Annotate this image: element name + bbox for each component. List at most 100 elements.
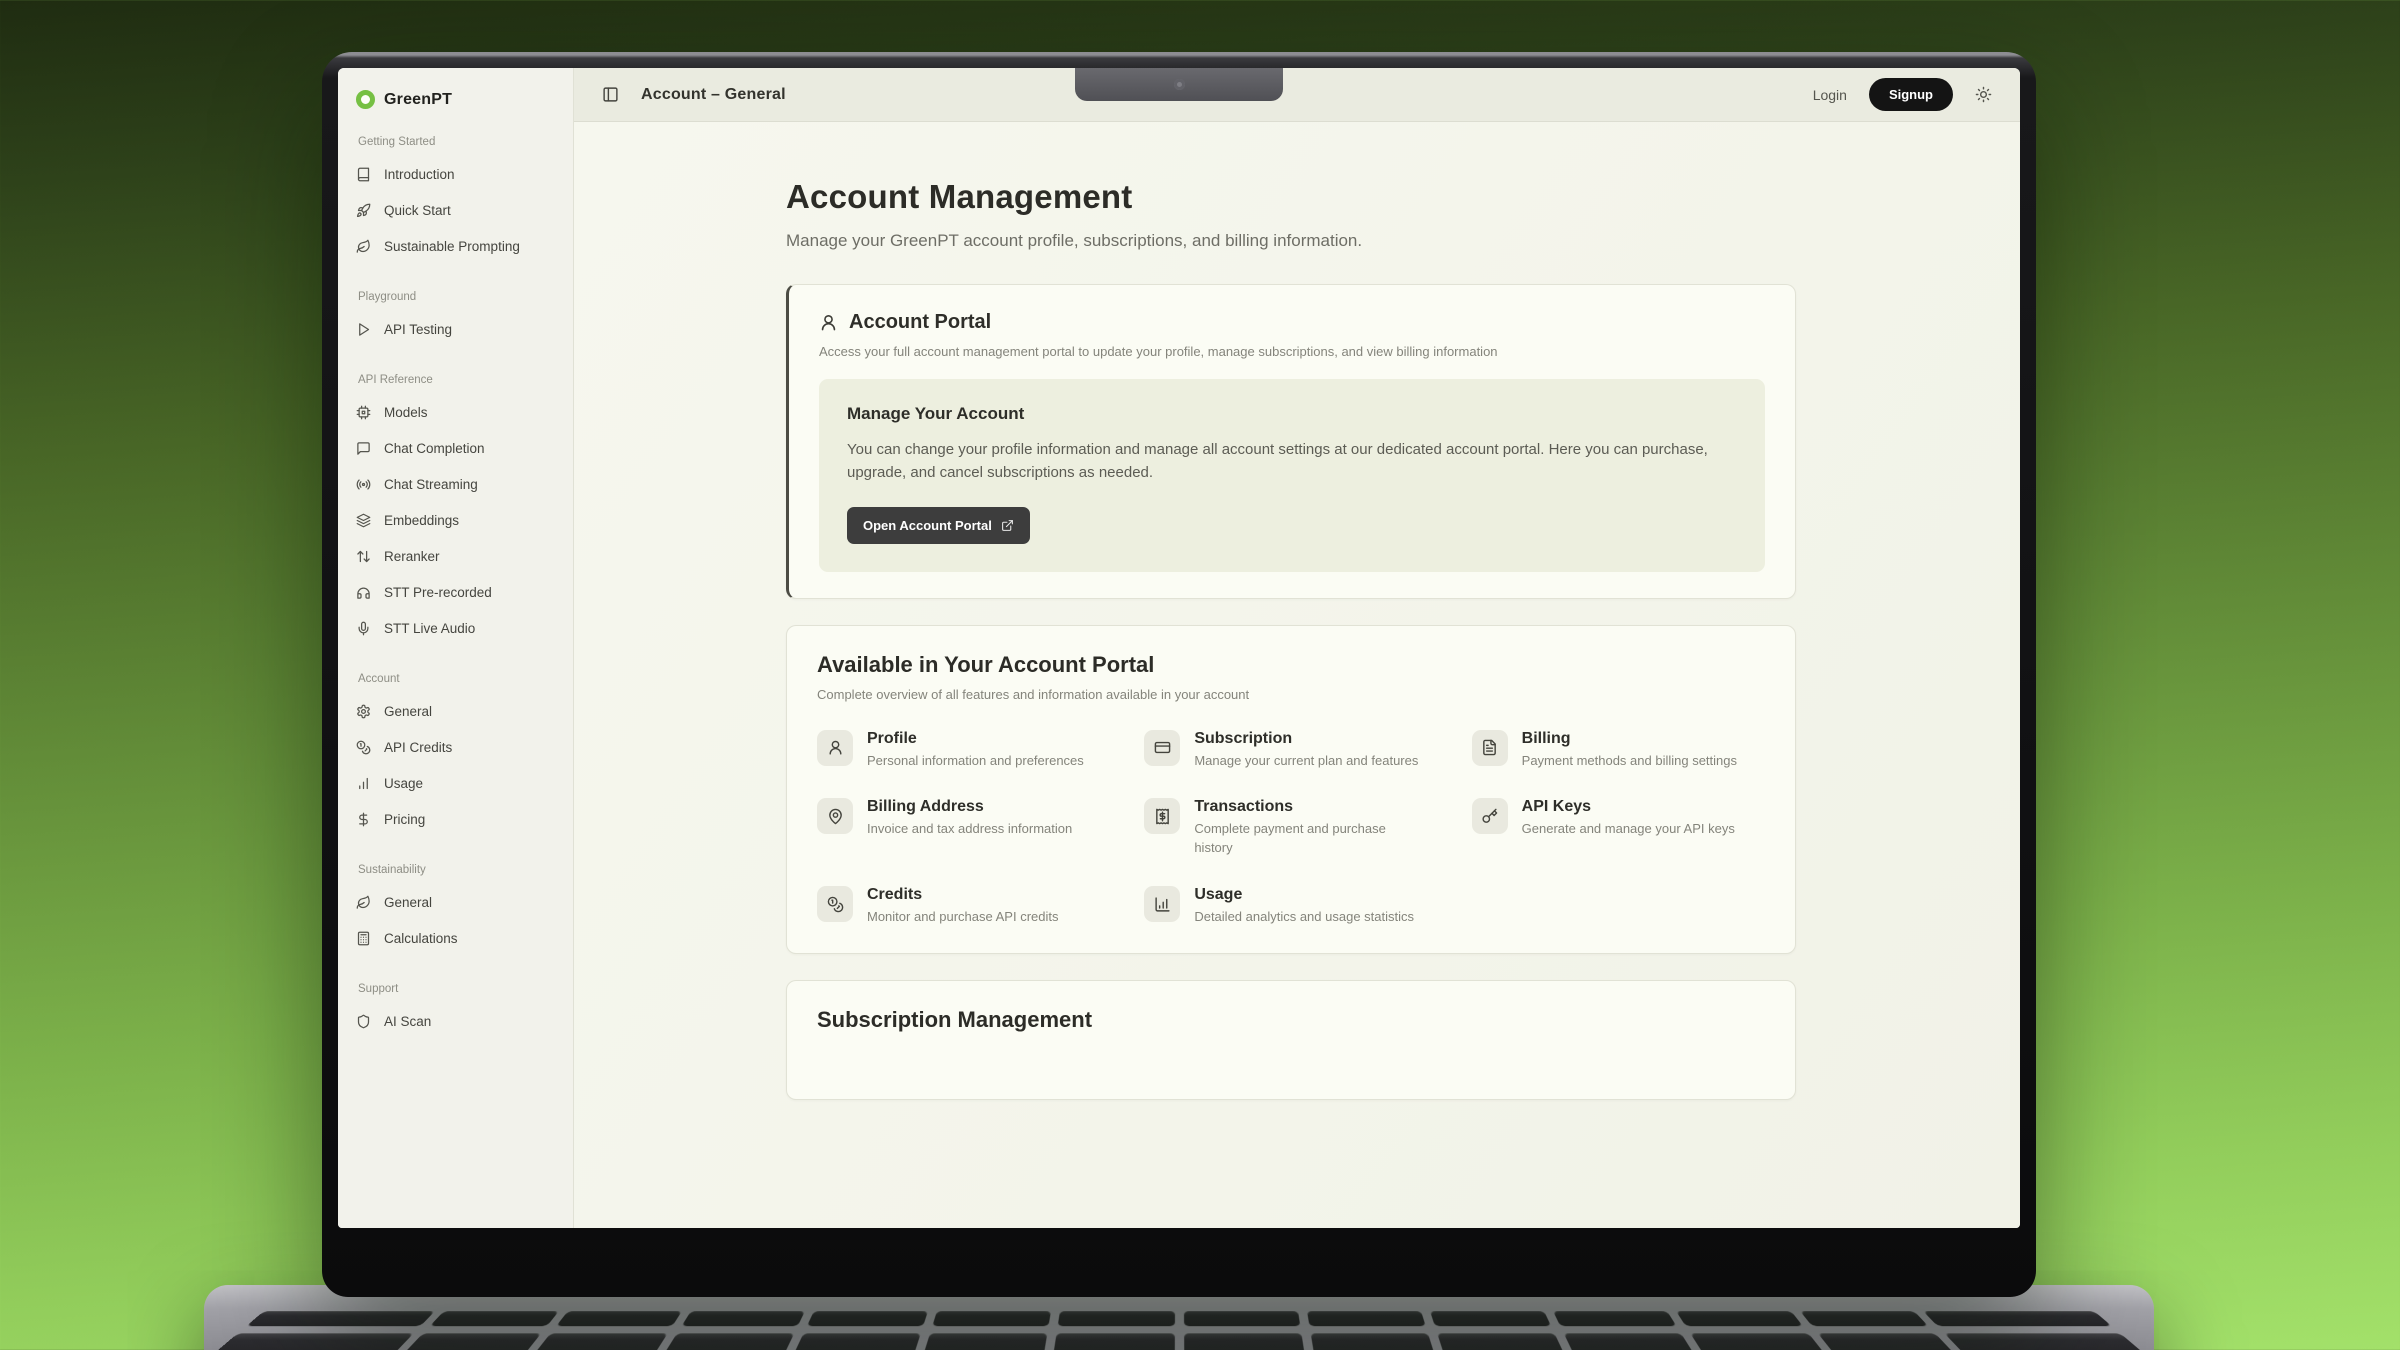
sidebar-item-account-pricing[interactable]: Pricing: [356, 801, 555, 837]
open-account-portal-label: Open Account Portal: [863, 518, 992, 533]
radio-icon: [356, 477, 371, 492]
brand-logo[interactable]: GreenPT: [356, 90, 555, 109]
sidebar-item-label: API Credits: [384, 740, 452, 755]
sidebar-item-api-reference-chat-completion[interactable]: Chat Completion: [356, 430, 555, 466]
keyboard-key: [246, 1311, 435, 1326]
dollar-icon: [356, 812, 371, 827]
feature-title: Transactions: [1194, 798, 1424, 816]
feature-icon-box: [1144, 798, 1180, 834]
keyboard-key: [209, 1333, 414, 1350]
sidebar-item-getting-started-quick-start[interactable]: Quick Start: [356, 192, 555, 228]
file-text-icon: [1481, 739, 1498, 756]
sidebar-item-label: Sustainable Prompting: [384, 239, 520, 254]
feature-title: Usage: [1194, 886, 1414, 904]
feature-description: Manage your current plan and features: [1194, 752, 1418, 771]
keyboard-key: [1691, 1333, 1828, 1350]
feature-item-billing-address: Billing AddressInvoice and tax address i…: [817, 798, 1110, 858]
features-title: Available in Your Account Portal: [817, 652, 1765, 678]
feature-description: Complete payment and purchase history: [1194, 820, 1424, 858]
sidebar-item-api-reference-stt-live-audio[interactable]: STT Live Audio: [356, 610, 555, 646]
open-account-portal-button[interactable]: Open Account Portal: [847, 507, 1030, 544]
keyboard-key: [932, 1311, 1051, 1326]
keyboard-key: [1307, 1311, 1426, 1326]
feature-title: Credits: [867, 886, 1059, 904]
manage-account-box: Manage Your Account You can change your …: [819, 379, 1765, 572]
keyboard-key: [1184, 1311, 1301, 1326]
sidebar-item-label: Embeddings: [384, 513, 459, 528]
shield-icon: [356, 1014, 371, 1029]
sidebar-section-label: Sustainability: [358, 864, 555, 876]
keyboard-key: [1817, 1333, 1957, 1350]
sidebar-item-api-reference-models[interactable]: Models: [356, 394, 555, 430]
brand-name: GreenPT: [384, 91, 452, 109]
arrow-up-down-icon: [356, 549, 371, 564]
feature-item-billing: BillingPayment methods and billing setti…: [1472, 730, 1765, 771]
feature-icon-box: [817, 730, 853, 766]
sidebar-item-label: Pricing: [384, 812, 425, 827]
sidebar-section-label: Getting Started: [358, 136, 555, 148]
calculator-icon: [356, 931, 371, 946]
sidebar-item-label: Models: [384, 405, 428, 420]
sidebar-item-account-general[interactable]: General: [356, 693, 555, 729]
keyboard-key: [681, 1311, 805, 1326]
sidebar-item-label: Introduction: [384, 167, 455, 182]
mic-icon: [356, 621, 371, 636]
sidebar-item-label: STT Pre-recorded: [384, 585, 492, 600]
feature-item-credits: CreditsMonitor and purchase API credits: [817, 886, 1110, 927]
sidebar-section-api-reference: API ReferenceModelsChat CompletionChat S…: [356, 374, 555, 646]
keyboard-key: [1923, 1311, 2112, 1326]
keyboard-key: [1944, 1333, 2149, 1350]
laptop-mockup: GreenPT Getting Started Introduction Quick…: [322, 52, 2036, 1350]
login-link[interactable]: Login: [1813, 87, 1847, 103]
sidebar-item-label: Calculations: [384, 931, 458, 946]
sidebar-item-playground-api-testing[interactable]: API Testing: [356, 311, 555, 347]
webcam-icon: [1174, 79, 1185, 90]
feature-description: Generate and manage your API keys: [1522, 820, 1735, 839]
manage-account-title: Manage Your Account: [847, 404, 1737, 424]
sidebar-item-support-ai-scan[interactable]: AI Scan: [356, 1003, 555, 1039]
keyboard-key: [923, 1333, 1048, 1350]
sidebar-item-sustainability-general[interactable]: General: [356, 884, 555, 920]
sidebar-section-label: Playground: [358, 291, 555, 303]
keyboard-key: [430, 1311, 559, 1326]
sidebar-item-api-reference-reranker[interactable]: Reranker: [356, 538, 555, 574]
page-subtitle: Manage your GreenPT account profile, sub…: [786, 231, 1796, 251]
feature-title: API Keys: [1522, 798, 1735, 816]
sidebar-item-getting-started-introduction[interactable]: Introduction: [356, 156, 555, 192]
sidebar-item-account-usage[interactable]: Usage: [356, 765, 555, 801]
feature-icon-box: [817, 886, 853, 922]
feature-item-usage: Usage Detailed analytics and usage statis…: [1144, 886, 1437, 927]
account-portal-description: Access your full account management port…: [819, 344, 1765, 359]
keyboard-key: [1564, 1333, 1697, 1350]
sidebar-item-getting-started-sustainable-prompting[interactable]: Sustainable Prompting: [356, 228, 555, 264]
keyboard-key: [792, 1333, 921, 1350]
sidebar-item-account-api-credits[interactable]: API Credits: [356, 729, 555, 765]
sidebar-item-api-reference-chat-streaming[interactable]: Chat Streaming: [356, 466, 555, 502]
account-portal-title: Account Portal: [849, 311, 991, 334]
feature-item-api-keys: API Keys Generate and manage your API key…: [1472, 798, 1765, 858]
feature-icon-box: [1472, 798, 1508, 834]
panel-left-icon[interactable]: [602, 86, 619, 103]
sidebar-item-api-reference-stt-pre-recorded[interactable]: STT Pre-recorded: [356, 574, 555, 610]
signup-button[interactable]: Signup: [1869, 78, 1953, 111]
leaf-icon: [356, 239, 371, 254]
keyboard-key: [1676, 1311, 1802, 1326]
sidebar: GreenPT Getting Started Introduction Quick…: [338, 68, 574, 1228]
sidebar-item-api-reference-embeddings[interactable]: Embeddings: [356, 502, 555, 538]
sidebar-item-label: Chat Completion: [384, 441, 485, 456]
keyboard-key: [1553, 1311, 1677, 1326]
feature-description: Personal information and preferences: [867, 752, 1084, 771]
sun-icon[interactable]: [1975, 86, 1992, 103]
sidebar-item-label: AI Scan: [384, 1014, 431, 1029]
keyboard-key: [531, 1333, 668, 1350]
sidebar-item-sustainability-calculations[interactable]: Calculations: [356, 920, 555, 956]
bar-chart-icon: [356, 776, 371, 791]
keyboard-key: [1058, 1311, 1175, 1326]
feature-description: Detailed analytics and usage statistics: [1194, 908, 1414, 927]
external-link-icon: [1001, 519, 1014, 532]
sidebar-section-label: Account: [358, 673, 555, 685]
feature-icon-box: [817, 798, 853, 834]
gear-icon: [356, 704, 371, 719]
sidebar-section-sustainability: Sustainability General Calculations: [356, 864, 555, 956]
leaf-icon: [356, 895, 371, 910]
